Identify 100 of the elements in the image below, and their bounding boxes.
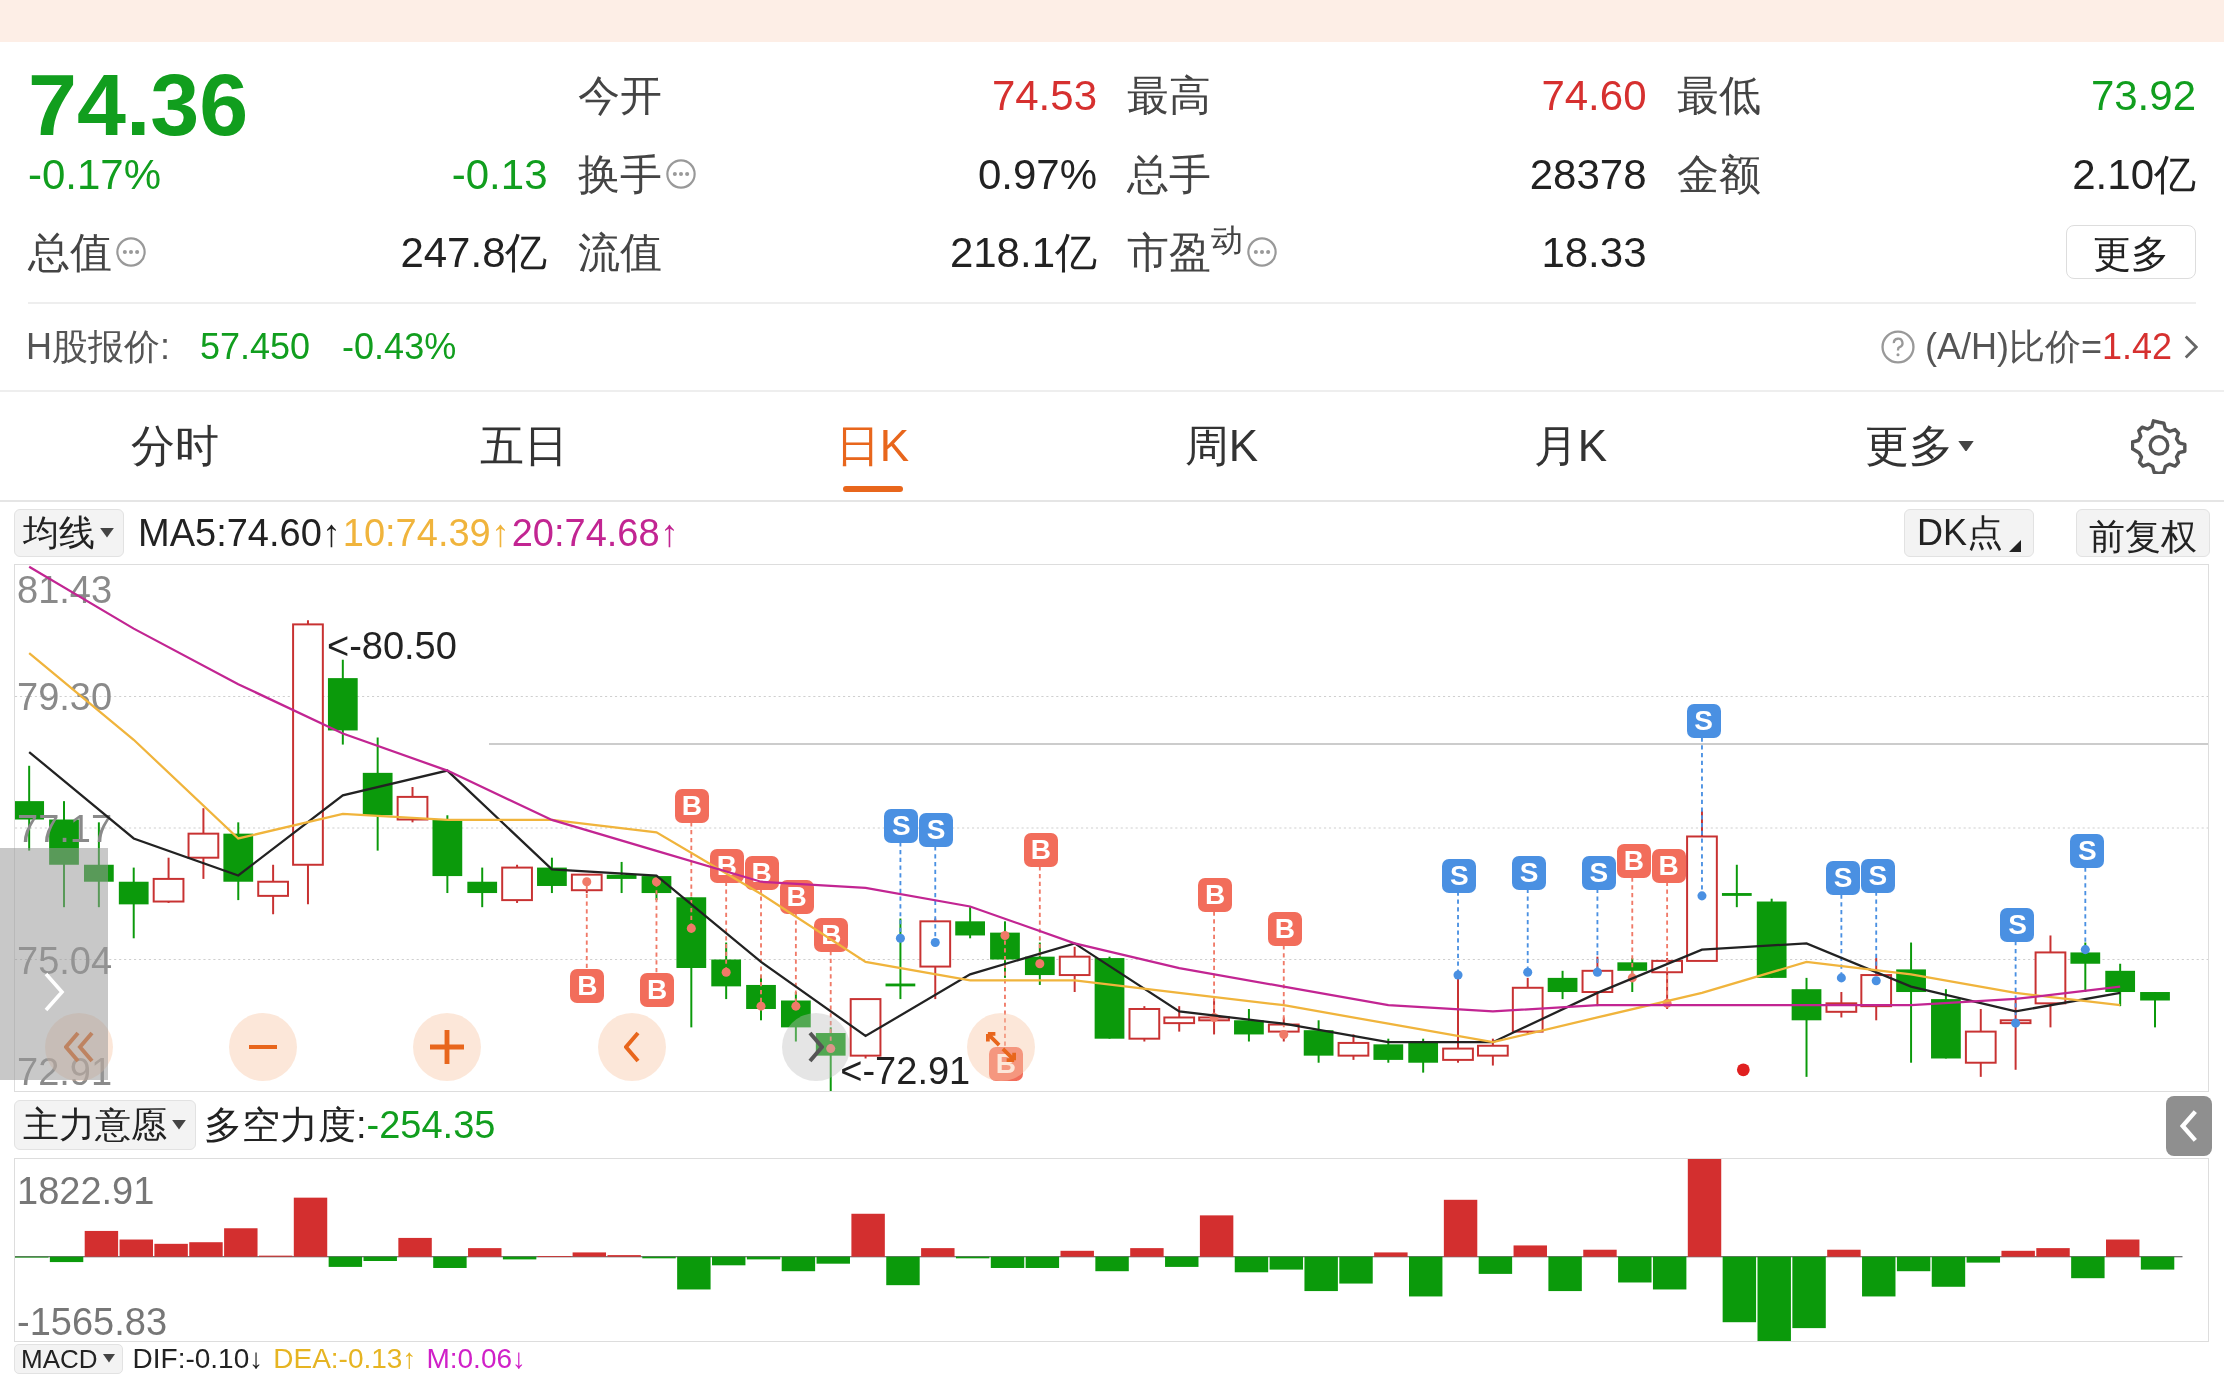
price-marker: <-80.50 bbox=[326, 626, 457, 665]
falling-candle bbox=[1303, 1019, 1334, 1064]
stat-label: 金额 bbox=[1676, 149, 1761, 200]
rising-candle bbox=[1128, 1005, 1161, 1043]
ratio-value: 1.42 bbox=[2101, 325, 2172, 369]
price-marker: <-72.91 bbox=[840, 1052, 971, 1091]
buy-signal-badge: B bbox=[1023, 833, 1058, 867]
sell-signal-badge: S bbox=[1581, 855, 1616, 890]
chart-tab[interactable]: 五日 bbox=[349, 392, 698, 500]
indicator-label: 多空力度: bbox=[204, 1102, 367, 1148]
falling-candle bbox=[1408, 1037, 1439, 1074]
stat-label: 换手 bbox=[577, 149, 662, 200]
buy-signal-badge: B bbox=[1198, 878, 1233, 913]
indicator-dropdown[interactable]: 均线 bbox=[14, 509, 124, 557]
chevron-right-icon bbox=[808, 1031, 825, 1064]
falling-candle bbox=[1373, 1037, 1404, 1064]
rising-candle bbox=[1058, 945, 1091, 993]
buy-signal-badge: B bbox=[570, 969, 605, 1004]
rising-candle bbox=[1337, 1033, 1370, 1061]
stat-value: 218.1亿 bbox=[949, 227, 1097, 278]
sell-signal-badge: S bbox=[1686, 703, 1721, 738]
falling-candle bbox=[1721, 863, 1752, 909]
buy-signal-badge: B bbox=[640, 973, 675, 1008]
h-share-price: 57.450 bbox=[200, 325, 311, 369]
adjust-button[interactable]: 前复权 bbox=[2076, 509, 2210, 557]
stat-value: 73.92 bbox=[2090, 70, 2196, 121]
buy-signal-badge: B bbox=[1651, 848, 1686, 883]
chart-tab[interactable]: 周K bbox=[1047, 392, 1396, 500]
stat-value: 18.33 bbox=[1541, 227, 1647, 278]
buy-signal-badge: B bbox=[674, 789, 709, 824]
falling-candle bbox=[1234, 1008, 1264, 1043]
sell-signal-badge: S bbox=[2070, 834, 2105, 869]
chevron-left-icon bbox=[2180, 1108, 2198, 1144]
sell-signal-badge: S bbox=[884, 808, 919, 843]
stat-value: 74.60 bbox=[1541, 70, 1647, 121]
buy-signal-badge: B bbox=[1616, 844, 1651, 879]
collapse-button[interactable] bbox=[2166, 1096, 2212, 1156]
sell-signal-badge: S bbox=[2000, 908, 2035, 943]
ma-value: 10:74.39↑ bbox=[342, 510, 510, 556]
falling-candle bbox=[537, 856, 567, 895]
caret-icon bbox=[171, 1120, 187, 1130]
stat-label: 今开 bbox=[577, 70, 662, 121]
chart-tab[interactable]: 更多 bbox=[1745, 392, 2094, 500]
sell-signal-badge: S bbox=[1860, 858, 1895, 893]
chevron-right-icon bbox=[2184, 333, 2198, 361]
more-button[interactable]: 更多 bbox=[2066, 225, 2196, 279]
rising-candle bbox=[1964, 1008, 1997, 1078]
rising-candle bbox=[396, 786, 429, 824]
rising-candle bbox=[1163, 1005, 1196, 1033]
marker-dot bbox=[1736, 1063, 1750, 1077]
falling-candle bbox=[606, 860, 637, 895]
buy-signal-badge: B bbox=[814, 918, 849, 953]
axis-label: 1822.91 bbox=[17, 1172, 155, 1210]
chart-tab[interactable]: 月K bbox=[1396, 392, 1745, 500]
rising-candle bbox=[257, 863, 289, 916]
rising-candle bbox=[1511, 976, 1544, 1036]
stat-label: 总值 bbox=[28, 227, 112, 278]
rising-candle bbox=[1651, 957, 1683, 1010]
rising-candle bbox=[152, 856, 185, 904]
macd-value: DEA:-0.13↑ bbox=[273, 1344, 417, 1373]
stat-label: 总手 bbox=[1127, 149, 1211, 200]
indicator-value: -254.35 bbox=[366, 1102, 496, 1148]
axis-label: -1565.83 bbox=[17, 1303, 167, 1341]
macd-value: M:0.06↓ bbox=[426, 1344, 527, 1373]
ma-value: MA5:74.60↑ bbox=[138, 510, 341, 556]
rising-candle bbox=[1860, 957, 1893, 1022]
rising-candle bbox=[1477, 1037, 1509, 1067]
h-share-change: -0.43% bbox=[342, 325, 457, 369]
sell-signal-badge: S bbox=[1442, 858, 1477, 893]
stat-value: 28378 bbox=[1529, 149, 1647, 200]
dk-button[interactable]: DK点 bbox=[1904, 509, 2034, 557]
falling-candle bbox=[467, 866, 498, 909]
caret-icon bbox=[1956, 440, 1975, 452]
stat-value: 2.10亿 bbox=[2072, 149, 2196, 200]
chevron-right-icon bbox=[43, 972, 65, 1012]
falling-candle bbox=[1931, 988, 1961, 1060]
stat-label: 最高 bbox=[1127, 70, 1211, 121]
stat-value: 247.8亿 bbox=[400, 227, 548, 278]
stat-label: 流值 bbox=[577, 227, 662, 278]
indicator-dropdown[interactable]: 主力意愿 bbox=[14, 1100, 196, 1150]
stat-label: 市盈$^{动}$ bbox=[1127, 220, 1243, 278]
plus-icon bbox=[430, 1030, 465, 1065]
chart-tab[interactable]: 分时 bbox=[0, 392, 349, 500]
ma-value: 20:74.68↑ bbox=[511, 510, 679, 556]
histogram-bar bbox=[2106, 1239, 2140, 1257]
indicator-dropdown[interactable]: MACD bbox=[14, 1343, 123, 1374]
sell-signal-badge: S bbox=[1512, 855, 1547, 890]
stock-price: 74.36 bbox=[28, 61, 249, 149]
sell-signal-badge: S bbox=[919, 813, 954, 848]
stat-label: 最低 bbox=[1676, 70, 1761, 121]
settings-icon bbox=[2131, 418, 2187, 474]
buy-signal-badge: B bbox=[1267, 912, 1302, 947]
falling-candle bbox=[955, 906, 985, 940]
rising-candle bbox=[1825, 991, 1858, 1019]
falling-candle bbox=[1617, 957, 1648, 993]
falling-candle bbox=[2070, 941, 2101, 993]
help-icon bbox=[1880, 330, 1915, 364]
axis-label: 75.04 bbox=[17, 941, 113, 980]
caret-icon bbox=[99, 528, 115, 538]
stat-value: 74.53 bbox=[991, 70, 1097, 121]
